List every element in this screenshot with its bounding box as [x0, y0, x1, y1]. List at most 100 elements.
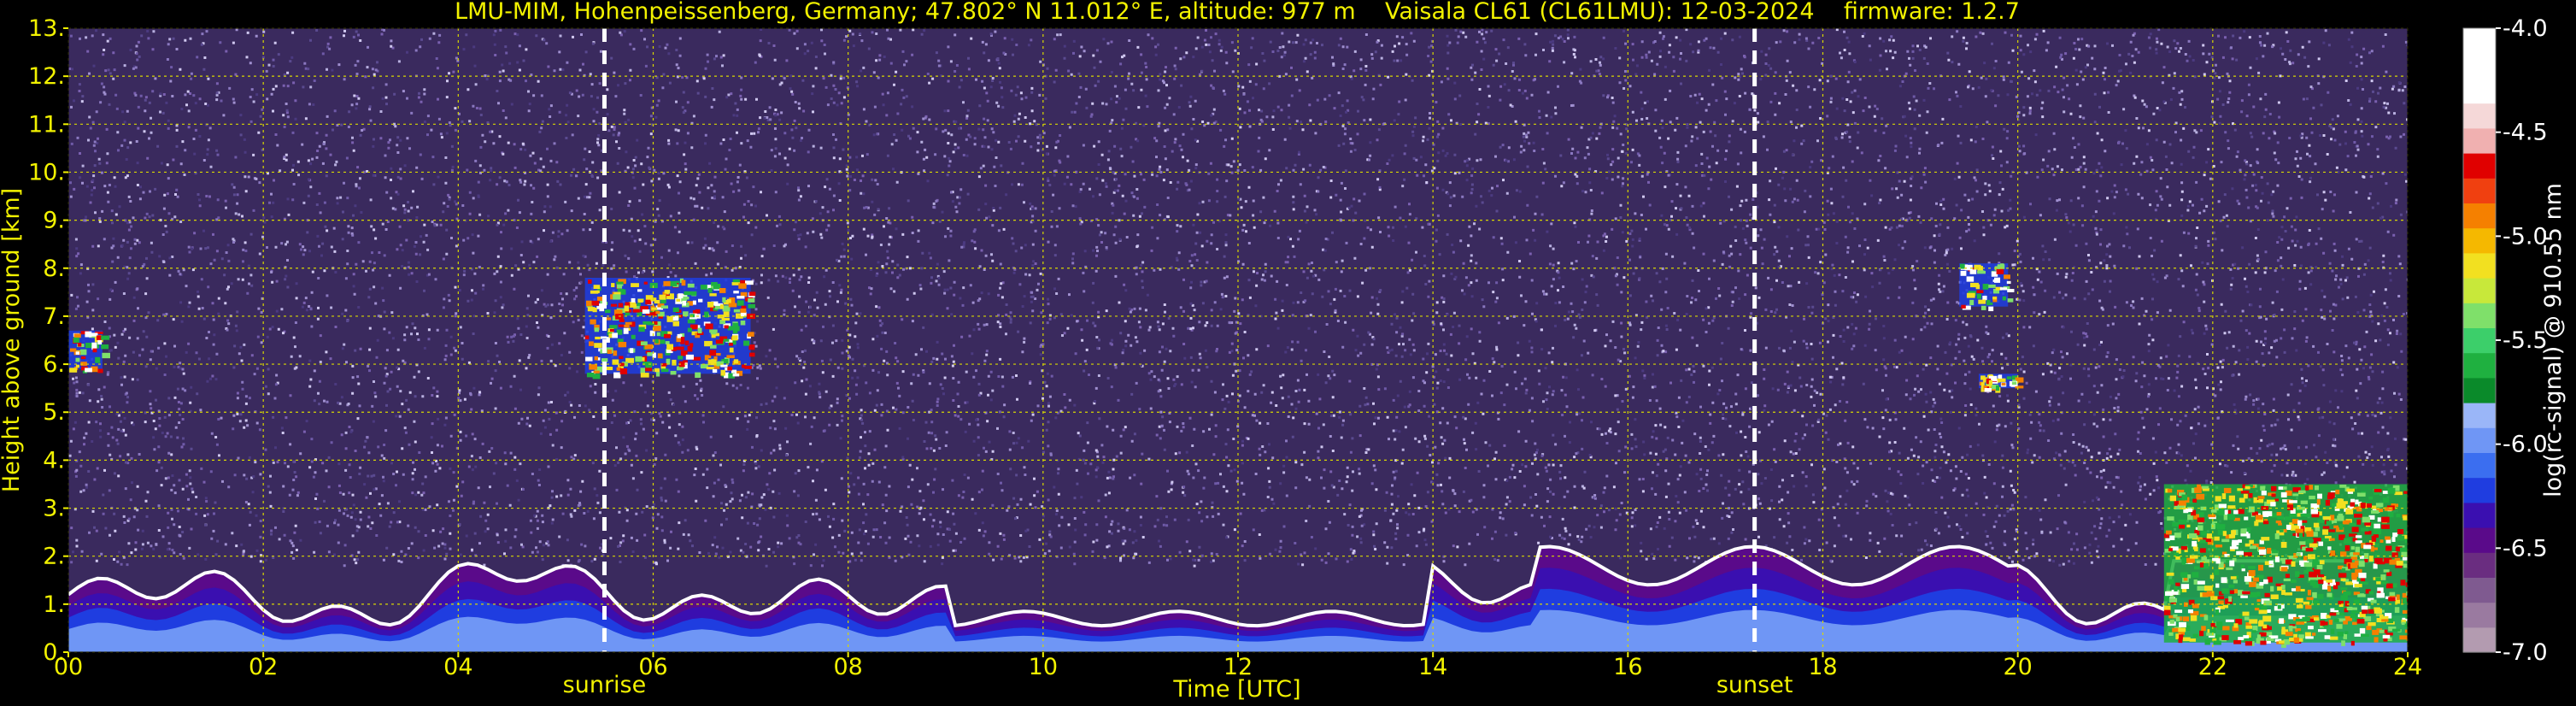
cloud-speck — [2240, 595, 2248, 598]
cloud-speck — [647, 352, 653, 356]
cloud-speck — [613, 294, 621, 300]
x-tick-label: 20 — [2003, 654, 2032, 680]
cloud-speck — [2242, 591, 2250, 595]
cloud-speck — [629, 303, 637, 308]
colorbar-swatch — [2463, 427, 2496, 453]
colorbar-swatch — [2463, 28, 2496, 54]
cloud-speck — [2381, 516, 2390, 523]
cloud-speck — [697, 327, 702, 334]
cloud-speck — [2169, 620, 2174, 624]
cloud-speck — [711, 282, 718, 286]
cloud-speck — [2167, 488, 2173, 493]
cloud-speck — [2358, 573, 2367, 579]
cloud-speck — [2168, 632, 2174, 636]
cloud-speck — [2215, 558, 2221, 564]
cloud-speck — [2355, 546, 2360, 553]
cloud-speck — [2403, 491, 2408, 494]
cloud-speck — [2215, 609, 2220, 615]
cloud-speck — [2284, 592, 2293, 596]
cloud-speck — [2381, 524, 2390, 529]
cloud-speck — [2283, 578, 2291, 582]
cloud-speck — [2277, 516, 2284, 520]
cloud-speck — [2004, 274, 2010, 279]
colorbar-swatch — [2463, 252, 2496, 279]
cloud-speck — [672, 321, 679, 327]
cloud-speck — [2197, 585, 2205, 591]
cloud-speck — [2274, 556, 2280, 562]
cloud-speck — [2335, 581, 2340, 585]
cloud-speck — [1980, 305, 1986, 310]
cloud-speck — [657, 353, 663, 359]
cloud-speck — [692, 300, 696, 305]
cloud-speck — [2305, 636, 2314, 639]
cloud-speck — [102, 352, 110, 359]
cloud-speck — [2215, 496, 2221, 502]
cloud-speck — [2407, 567, 2408, 572]
cloud-speck — [619, 356, 624, 359]
cloud-speck — [2383, 569, 2390, 573]
cloud-speck — [588, 279, 592, 284]
cloud-speck — [2337, 515, 2344, 521]
cloud-speck — [2233, 580, 2238, 584]
cloud-speck — [2387, 487, 2396, 494]
cloud-speck — [691, 291, 697, 296]
cloud-speck — [2321, 538, 2329, 542]
cloud-speck — [684, 291, 692, 296]
cloud-speck — [681, 279, 686, 286]
cloud-speck — [631, 297, 636, 303]
cloud-speck — [2341, 640, 2345, 646]
cloud-speck — [2011, 381, 2017, 385]
y-tick-label: 1. — [43, 591, 65, 618]
cloud-speck — [2172, 522, 2180, 527]
y-tick-label: 3. — [43, 496, 65, 522]
cloud-speck — [720, 369, 725, 376]
cloud-speck — [2385, 536, 2391, 540]
cloud-speck — [2233, 589, 2238, 594]
cloud-speck — [610, 303, 618, 307]
colorbar-swatch — [2463, 127, 2496, 154]
cloud-speck — [637, 298, 643, 303]
cloud-speck — [2344, 631, 2349, 635]
cloud-speck — [2384, 507, 2393, 511]
y-tick-label: 4. — [43, 447, 65, 474]
cloud-speck — [2354, 633, 2361, 637]
cloud-speck — [2312, 632, 2316, 636]
cloud-speck — [687, 319, 695, 324]
cloud-speck — [611, 283, 615, 288]
cloud-feature — [584, 278, 756, 379]
cloud-speck — [733, 359, 739, 364]
cloud-speck — [2394, 491, 2403, 496]
cloud-speck — [2318, 596, 2324, 599]
cloud-speck — [2213, 640, 2221, 645]
cloud-speck — [75, 364, 79, 368]
cloud-speck — [2318, 541, 2324, 546]
colorbar-swatch — [2463, 502, 2496, 528]
cloud-speck — [2350, 640, 2355, 646]
cloud-speck — [2327, 492, 2335, 498]
cloud-speck — [2364, 522, 2372, 526]
cloud-speck — [2312, 538, 2321, 542]
cloud-speck — [2298, 490, 2306, 494]
cloud-speck — [2210, 596, 2218, 601]
colorbar-swatch — [2463, 477, 2496, 503]
cloud-speck — [2240, 490, 2250, 494]
cloud-speck — [2379, 539, 2384, 544]
cloud-speck — [2322, 526, 2330, 529]
cloud-speck — [607, 349, 613, 355]
cloud-speck — [2192, 540, 2198, 547]
cloud-speck — [2305, 548, 2314, 552]
cloud-speck — [2227, 514, 2235, 521]
cloud-speck — [2001, 382, 2006, 386]
cloud-speck — [2322, 529, 2329, 535]
cloud-speck — [73, 333, 81, 338]
cloud-speck — [2368, 591, 2374, 595]
cloud-speck — [2289, 500, 2297, 503]
cloud-speck — [2386, 583, 2393, 588]
cloud-speck — [2197, 580, 2205, 585]
cloud-speck — [2268, 560, 2274, 565]
cloud-speck — [2255, 515, 2263, 520]
cloud-speck — [2199, 548, 2206, 553]
cloud-speck — [640, 341, 648, 346]
cloud-speck — [2376, 562, 2385, 565]
cloud-speck — [2196, 493, 2205, 500]
